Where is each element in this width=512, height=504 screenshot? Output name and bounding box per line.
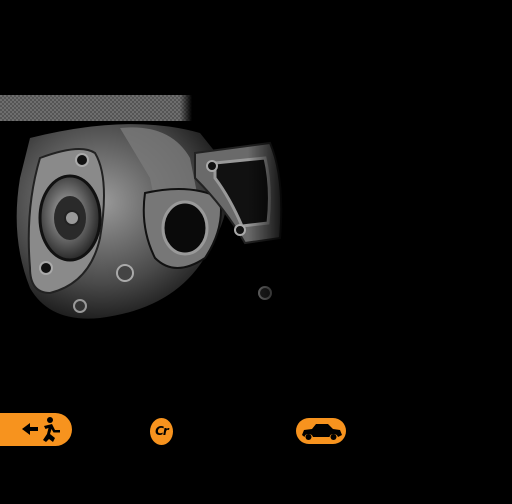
exit-arrow-person-icon [22, 417, 60, 442]
turbocharger-photo [10, 118, 290, 323]
cr-logo-label: Cr [155, 424, 169, 438]
cr-logo-button[interactable]: Cr [150, 418, 173, 445]
car-icon [302, 424, 342, 440]
exit-button[interactable] [0, 413, 72, 446]
car-button[interactable] [296, 418, 346, 444]
